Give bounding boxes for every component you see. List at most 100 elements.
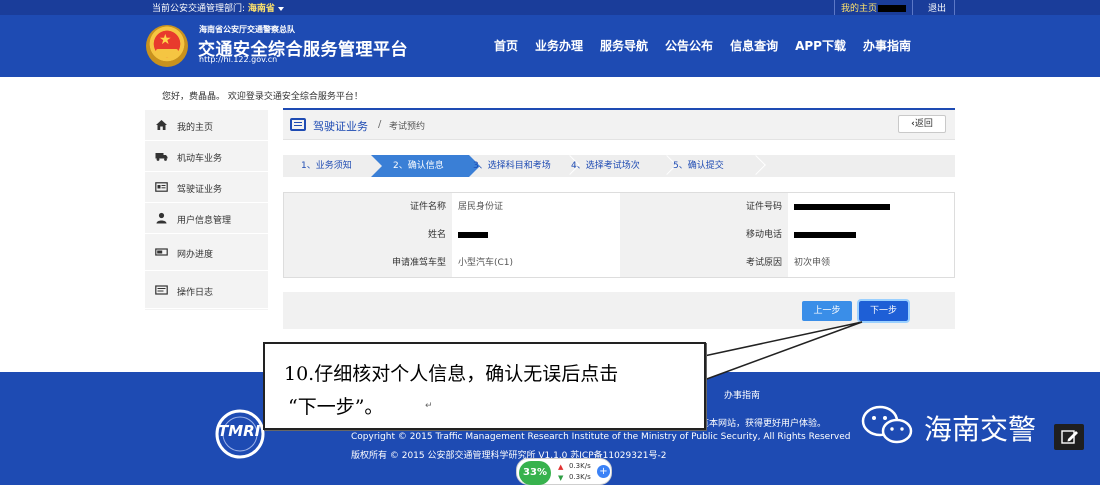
copyright-cn: 版权所有 © 2015 公安部交通管理科学研究所 V1.1.0 苏ICP备110… bbox=[351, 451, 667, 461]
redacted-username bbox=[878, 5, 907, 12]
label-exam-reason: 考试原因 bbox=[620, 249, 788, 277]
sidebar-item-label: 网办进度 bbox=[177, 250, 214, 260]
site-header: ★ 海南省公安厅交通警察总队 交通安全综合服务管理平台 http://hi.12… bbox=[0, 15, 1100, 77]
value-vehicle-class: 小型汽车(C1) bbox=[452, 249, 620, 277]
truck-icon bbox=[155, 153, 168, 161]
department-selector[interactable]: 当前公安交通管理部门: 海南省 bbox=[152, 1, 284, 14]
welcome-message: 您好，费晶晶。 欢迎登录交通安全综合服务平台！ bbox=[162, 89, 363, 102]
department-label: 当前公安交通管理部门: bbox=[152, 4, 248, 14]
network-speed-widget[interactable]: 33% ▲ 0.3K/s ▼ 0.3K/s + bbox=[516, 458, 612, 485]
nav-service-guide[interactable]: 服务导航 bbox=[600, 37, 648, 54]
breadcrumb-separator: / bbox=[378, 119, 382, 130]
value-name bbox=[452, 221, 620, 249]
police-emblem-icon: ★ bbox=[146, 25, 188, 67]
back-button[interactable]: ‹返回 bbox=[898, 115, 946, 133]
sidebar-item-user-info[interactable]: 用户信息管理 bbox=[145, 203, 268, 234]
step-3: 3、选择科目和考场 bbox=[473, 161, 551, 171]
nav-app-download[interactable]: APP下载 bbox=[795, 37, 846, 54]
edit-feedback-button[interactable] bbox=[1054, 424, 1084, 450]
nav-home[interactable]: 首页 bbox=[494, 37, 518, 54]
next-step-button[interactable]: 下一步 bbox=[857, 299, 910, 323]
progress-icon bbox=[155, 248, 168, 256]
sidebar-item-label: 机动车业务 bbox=[177, 154, 223, 164]
wechat-icon bbox=[861, 405, 913, 444]
emblem-base bbox=[156, 49, 178, 57]
back-button-label: 返回 bbox=[914, 119, 933, 129]
step-5: 5、确认提交 bbox=[673, 161, 724, 171]
caret-down-icon bbox=[277, 6, 284, 11]
plus-icon[interactable]: + bbox=[597, 465, 610, 478]
panel-header: 驾驶证业务 / 考试预约 ‹返回 bbox=[283, 110, 955, 140]
sidebar-item-progress[interactable]: 网办进度 bbox=[145, 234, 268, 271]
value-id-number bbox=[788, 193, 954, 221]
logout-link[interactable]: 退出 bbox=[920, 0, 956, 15]
breadcrumb-main[interactable]: 驾驶证业务 bbox=[313, 118, 368, 134]
watermark-text: 海南交警 bbox=[924, 413, 1037, 446]
personal-info-table: 证件名称 居民身份证 证件号码 姓名 移动电话 申请准驾车型 小型汽车(C1) … bbox=[283, 192, 955, 278]
instruction-callout: 10.仔细核对个人信息，确认无误后点击 “下一步”。 ↵ bbox=[263, 342, 706, 430]
action-bar: 上一步 下一步 bbox=[283, 292, 955, 329]
network-usage-percent: 33% bbox=[519, 461, 551, 485]
star-icon: ★ bbox=[159, 32, 172, 48]
user-name: 费晶晶。 bbox=[189, 92, 226, 102]
value-mobile bbox=[788, 221, 954, 249]
department-value: 海南省 bbox=[247, 4, 275, 14]
main-nav: 首页 业务办理 服务导航 公告公布 信息查询 APP下载 办事指南 bbox=[494, 37, 928, 54]
sidebar-item-license[interactable]: 驾驶证业务 bbox=[145, 172, 268, 203]
step-chevron bbox=[746, 155, 766, 175]
redacted-name bbox=[458, 231, 488, 238]
prev-step-button[interactable]: 上一步 bbox=[802, 301, 852, 321]
top-bar: 当前公安交通管理部门: 海南省 我的主页 退出 bbox=[0, 0, 1100, 15]
id-card-icon bbox=[155, 182, 168, 192]
sidebar-item-vehicle[interactable]: 机动车业务 bbox=[145, 141, 268, 172]
my-home-label: 我的主页 bbox=[841, 4, 878, 14]
step-4: 4、选择考试场次 bbox=[571, 161, 640, 171]
sidebar-item-label: 我的主页 bbox=[177, 123, 214, 133]
sidebar-item-label: 驾驶证业务 bbox=[177, 185, 223, 195]
step-progress-bar: 1、业务须知 2、确认信息 3、选择科目和考场 4、选择考试场次 5、确认提交 bbox=[283, 155, 955, 177]
org-subtitle: 海南省公安厅交通警察总队 bbox=[199, 25, 295, 34]
nav-announcements[interactable]: 公告公布 bbox=[665, 37, 713, 54]
footer-guide-link[interactable]: 办事指南 bbox=[724, 388, 760, 401]
label-mobile: 移动电话 bbox=[620, 221, 788, 249]
table-row: 姓名 移动电话 bbox=[284, 221, 954, 249]
label-id-number: 证件号码 bbox=[620, 193, 788, 221]
copyright-en: Copyright © 2015 Traffic Management Rese… bbox=[351, 432, 851, 442]
nav-business[interactable]: 业务办理 bbox=[535, 37, 583, 54]
wechat-watermark: 海南交警 bbox=[860, 404, 1036, 449]
welcome-greeting: 您好， bbox=[162, 92, 190, 102]
log-icon bbox=[155, 285, 168, 295]
step-2-active: 2、确认信息 bbox=[371, 155, 480, 177]
welcome-text: 欢迎登录交通安全综合服务平台！ bbox=[225, 92, 363, 102]
site-url: http://hi.122.gov.cn bbox=[199, 55, 278, 64]
table-row: 申请准驾车型 小型汽车(C1) 考试原因 初次申领 bbox=[284, 249, 954, 277]
step-1: 1、业务须知 bbox=[301, 161, 352, 171]
return-mark: ↵ bbox=[425, 401, 433, 411]
sidebar-item-label: 操作日志 bbox=[177, 288, 214, 298]
download-arrow-icon: ▼ bbox=[558, 474, 564, 482]
callout-line-2: “下一步”。 bbox=[288, 396, 384, 418]
upload-speed: 0.3K/s bbox=[569, 462, 591, 470]
user-icon bbox=[156, 212, 167, 224]
nav-how-to[interactable]: 办事指南 bbox=[863, 37, 911, 54]
tmri-logo-text: TMRI bbox=[218, 422, 261, 440]
sidebar-item-my-home[interactable]: 我的主页 bbox=[145, 110, 268, 141]
download-speed: 0.3K/s bbox=[569, 473, 591, 481]
step-2-label: 2、确认信息 bbox=[393, 161, 444, 171]
value-exam-reason: 初次申领 bbox=[788, 249, 954, 277]
callout-line-1: 10.仔细核对个人信息，确认无误后点击 bbox=[284, 363, 619, 385]
value-id-type: 居民身份证 bbox=[452, 193, 620, 221]
label-name: 姓名 bbox=[284, 221, 452, 249]
label-vehicle-class: 申请准驾车型 bbox=[284, 249, 452, 277]
nav-info-query[interactable]: 信息查询 bbox=[730, 37, 778, 54]
my-home-link[interactable]: 我的主页 bbox=[834, 0, 914, 15]
browser-hint: 览本网站，获得更好用户体验。 bbox=[700, 419, 827, 429]
sidebar-item-label: 用户信息管理 bbox=[177, 216, 232, 226]
redacted-mobile bbox=[794, 231, 856, 238]
home-icon bbox=[156, 120, 167, 130]
edit-icon bbox=[1061, 430, 1078, 444]
breadcrumb-current: 考试预约 bbox=[389, 122, 426, 132]
redacted-id-number bbox=[794, 203, 890, 210]
sidebar-item-log[interactable]: 操作日志 bbox=[145, 271, 268, 309]
upload-arrow-icon: ▲ bbox=[558, 463, 564, 471]
